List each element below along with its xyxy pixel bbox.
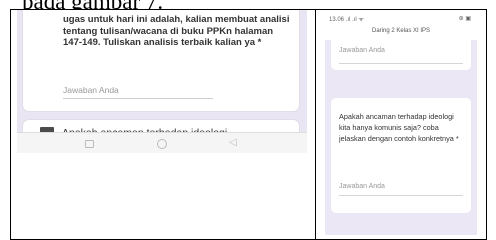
answer-field-1-underline xyxy=(63,98,213,99)
answer-field-top-underline xyxy=(339,63,463,64)
table-divider xyxy=(315,9,316,240)
android-navbar: ◁ xyxy=(17,132,307,153)
question-card: Apakah ancaman terhadap ideologi kita ha… xyxy=(331,98,471,213)
answer-field-underline xyxy=(339,195,463,196)
answer-field-placeholder[interactable]: Jawaban Anda xyxy=(339,183,385,190)
recent-apps-icon[interactable] xyxy=(85,140,94,148)
question-text: Apakah ancaman terhadap ideologi kita ha… xyxy=(339,112,459,143)
home-icon[interactable] xyxy=(157,139,167,149)
answer-field-1-placeholder[interactable]: Jawaban Anda xyxy=(63,85,119,95)
right-screenshot: 13.06 .ıl .ıl ᯤ ⊛ ▣ Daring 2 Kelas XI IP… xyxy=(325,12,477,235)
app-title: Daring 2 Kelas XI IPS xyxy=(325,26,477,40)
back-icon[interactable]: ◁ xyxy=(229,137,237,148)
status-time: 13.06 .ıl .ıl ᯤ xyxy=(329,17,364,23)
battery-icon: ⊛ ▣ xyxy=(458,16,471,22)
answer-card-top: Jawaban Anda xyxy=(331,40,471,70)
question-1-text: ugas untuk hari ini adalah, kalian membu… xyxy=(63,14,290,48)
answer-field-top-placeholder[interactable]: Jawaban Anda xyxy=(339,47,385,54)
status-bar: 13.06 .ıl .ıl ᯤ ⊛ ▣ xyxy=(325,12,477,26)
question-card-1: ugas untuk hari ini adalah, kalian membu… xyxy=(23,10,299,111)
